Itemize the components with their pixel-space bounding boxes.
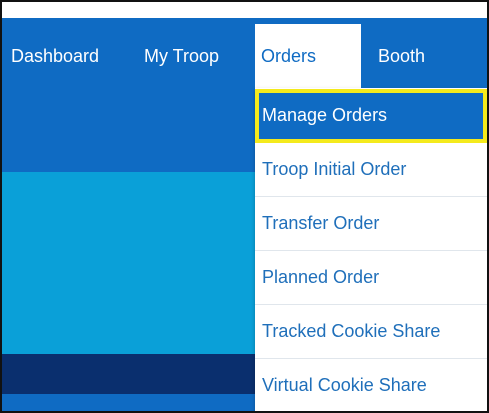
menu-item-transfer-order[interactable]: Transfer Order [255, 197, 487, 251]
nav-item-my-troop[interactable]: My Troop [144, 18, 219, 94]
nav-item-orders[interactable]: Orders [255, 24, 361, 94]
nav-item-dashboard[interactable]: Dashboard [11, 18, 99, 94]
menu-item-virtual-cookie-share[interactable]: Virtual Cookie Share [255, 359, 487, 411]
orders-dropdown-menu: Manage Orders Troop Initial Order Transf… [255, 88, 487, 411]
top-strip [2, 2, 487, 18]
menu-item-troop-initial-order[interactable]: Troop Initial Order [255, 143, 487, 197]
menu-item-tracked-cookie-share[interactable]: Tracked Cookie Share [255, 305, 487, 359]
menu-item-planned-order[interactable]: Planned Order [255, 251, 487, 305]
nav-item-booth[interactable]: Booth [378, 18, 425, 94]
menu-item-manage-orders[interactable]: Manage Orders [255, 89, 487, 143]
screenshot-frame: Dashboard My Troop Orders Booth Manage O… [0, 0, 489, 413]
